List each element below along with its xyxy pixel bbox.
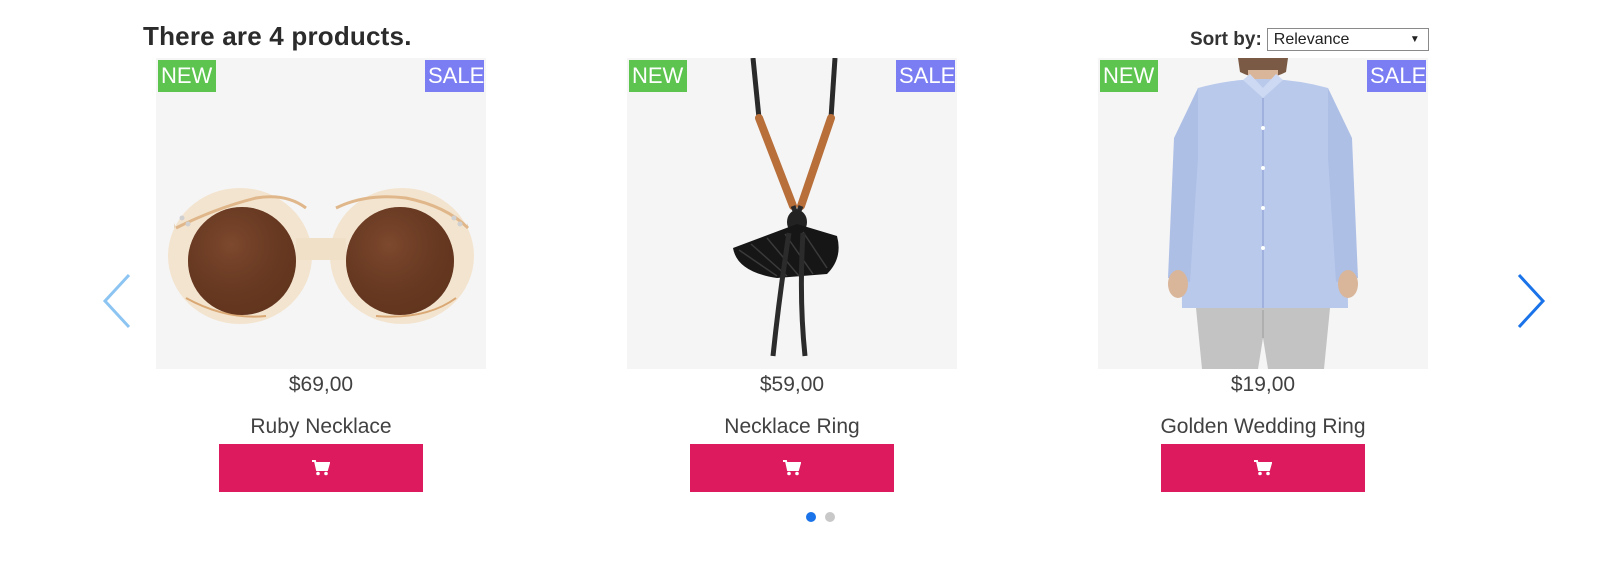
carousel-next-button[interactable] [1514,271,1548,336]
sort-label: Sort by: [1190,28,1262,50]
product-price: $19,00 [1230,373,1296,396]
sunglasses-image [156,58,486,369]
sale-badge: SALE [896,60,955,92]
product-name[interactable]: Golden Wedding Ring [1098,415,1428,439]
chevron-right-icon [1517,273,1546,329]
carousel-pagination [806,512,835,522]
sort-control: Sort by: Relevance ▼ [1190,28,1429,51]
sale-badge: SALE [425,60,484,92]
dropdown-caret-icon: ▼ [1409,34,1420,45]
product-count-heading: There are 4 products. [143,21,412,51]
new-badge: NEW [158,60,216,92]
product-name[interactable]: Necklace Ring [627,415,957,439]
product-image[interactable]: NEW SALE [1098,58,1428,369]
product-name[interactable]: Ruby Necklace [156,415,486,439]
carousel-dot-2[interactable] [825,512,835,522]
carousel-prev-button[interactable] [100,271,134,336]
add-to-cart-button[interactable] [1161,444,1365,492]
cart-icon [312,460,330,476]
sort-select[interactable]: Relevance ▼ [1266,28,1429,51]
add-to-cart-button[interactable] [219,444,423,492]
product-image[interactable]: NEW SALE [156,58,486,369]
man-in-blue-shirt-image [1098,58,1428,369]
carousel-dot-1[interactable] [806,512,816,522]
add-to-cart-button[interactable] [690,444,894,492]
cart-icon [783,460,801,476]
new-badge: NEW [1100,60,1158,92]
sort-selected-value: Relevance [1273,30,1350,48]
product-image[interactable]: NEW SALE [627,58,957,369]
new-badge: NEW [629,60,687,92]
tassel-necklace-image [627,58,957,369]
product-price: $69,00 [288,373,354,396]
cart-icon [1254,460,1272,476]
sale-badge: SALE [1367,60,1426,92]
product-price: $59,00 [759,373,825,396]
chevron-left-icon [102,273,131,329]
